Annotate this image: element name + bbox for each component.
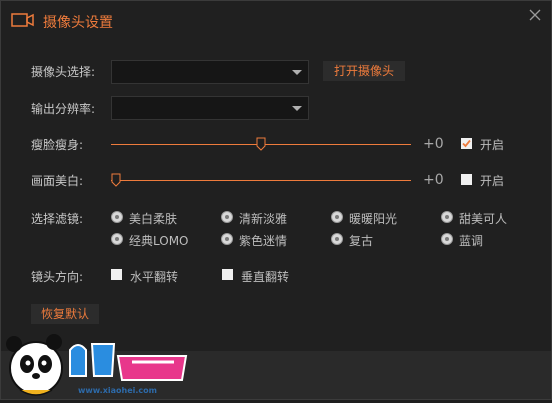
filter-radio-3[interactable] <box>441 211 453 223</box>
beauty-label: 画面美白: <box>31 174 84 188</box>
filter-radio-2[interactable] <box>331 211 343 223</box>
close-icon[interactable] <box>527 7 543 23</box>
beauty-value: +0 <box>423 172 444 188</box>
filter-option-label: 美白柔肤 <box>129 212 178 226</box>
window-title: 摄像头设置 <box>43 15 113 31</box>
resolution-select-label: 输出分辨率: <box>31 102 96 116</box>
filter-radio-0[interactable] <box>111 211 123 223</box>
camera-select-dropdown[interactable] <box>111 60 309 84</box>
camera-icon <box>11 12 35 28</box>
slim-slider-thumb[interactable] <box>256 137 266 151</box>
resolution-select-dropdown[interactable] <box>111 96 309 120</box>
vertical-flip-checkbox[interactable] <box>222 269 233 280</box>
filter-radio-7[interactable] <box>441 233 453 245</box>
beauty-slider-track[interactable] <box>111 180 411 181</box>
filter-option-label: 紫色迷情 <box>239 234 288 248</box>
title-bar: 摄像头设置 <box>1 1 551 39</box>
chevron-down-icon[interactable] <box>286 97 308 119</box>
filter-option-label: 复古 <box>349 234 374 248</box>
filter-option-label: 经典LOMO <box>129 234 189 248</box>
slim-label: 瘦脸瘦身: <box>31 138 84 152</box>
open-camera-button[interactable]: 打开摄像头 <box>323 61 405 81</box>
horizontal-flip-checkbox[interactable] <box>111 269 122 280</box>
beauty-enable-label: 开启 <box>480 174 505 188</box>
filter-label: 选择滤镜: <box>31 212 84 226</box>
watermark-url: www.xiaohei.com <box>78 386 157 395</box>
horizontal-flip-label: 水平翻转 <box>130 270 179 284</box>
chevron-down-icon[interactable] <box>286 61 308 83</box>
filter-option-label: 蓝调 <box>459 234 484 248</box>
slim-enable-label: 开启 <box>480 138 505 152</box>
filter-radio-5[interactable] <box>221 233 233 245</box>
filter-option-label: 暖暖阳光 <box>349 212 398 226</box>
filter-radio-4[interactable] <box>111 233 123 245</box>
slim-value: +0 <box>423 136 444 152</box>
beauty-enable-checkbox[interactable] <box>461 174 472 185</box>
filter-option-label: 甜美可人 <box>459 212 508 226</box>
slim-enable-checkbox[interactable] <box>461 138 472 149</box>
vertical-flip-label: 垂直翻转 <box>241 270 290 284</box>
filter-radio-6[interactable] <box>331 233 343 245</box>
filter-option-label: 清新淡雅 <box>239 212 288 226</box>
mirror-label: 镜头方向: <box>31 270 84 284</box>
filter-radio-1[interactable] <box>221 211 233 223</box>
beauty-slider-thumb[interactable] <box>111 173 121 187</box>
camera-select-label: 摄像头选择: <box>31 65 96 79</box>
